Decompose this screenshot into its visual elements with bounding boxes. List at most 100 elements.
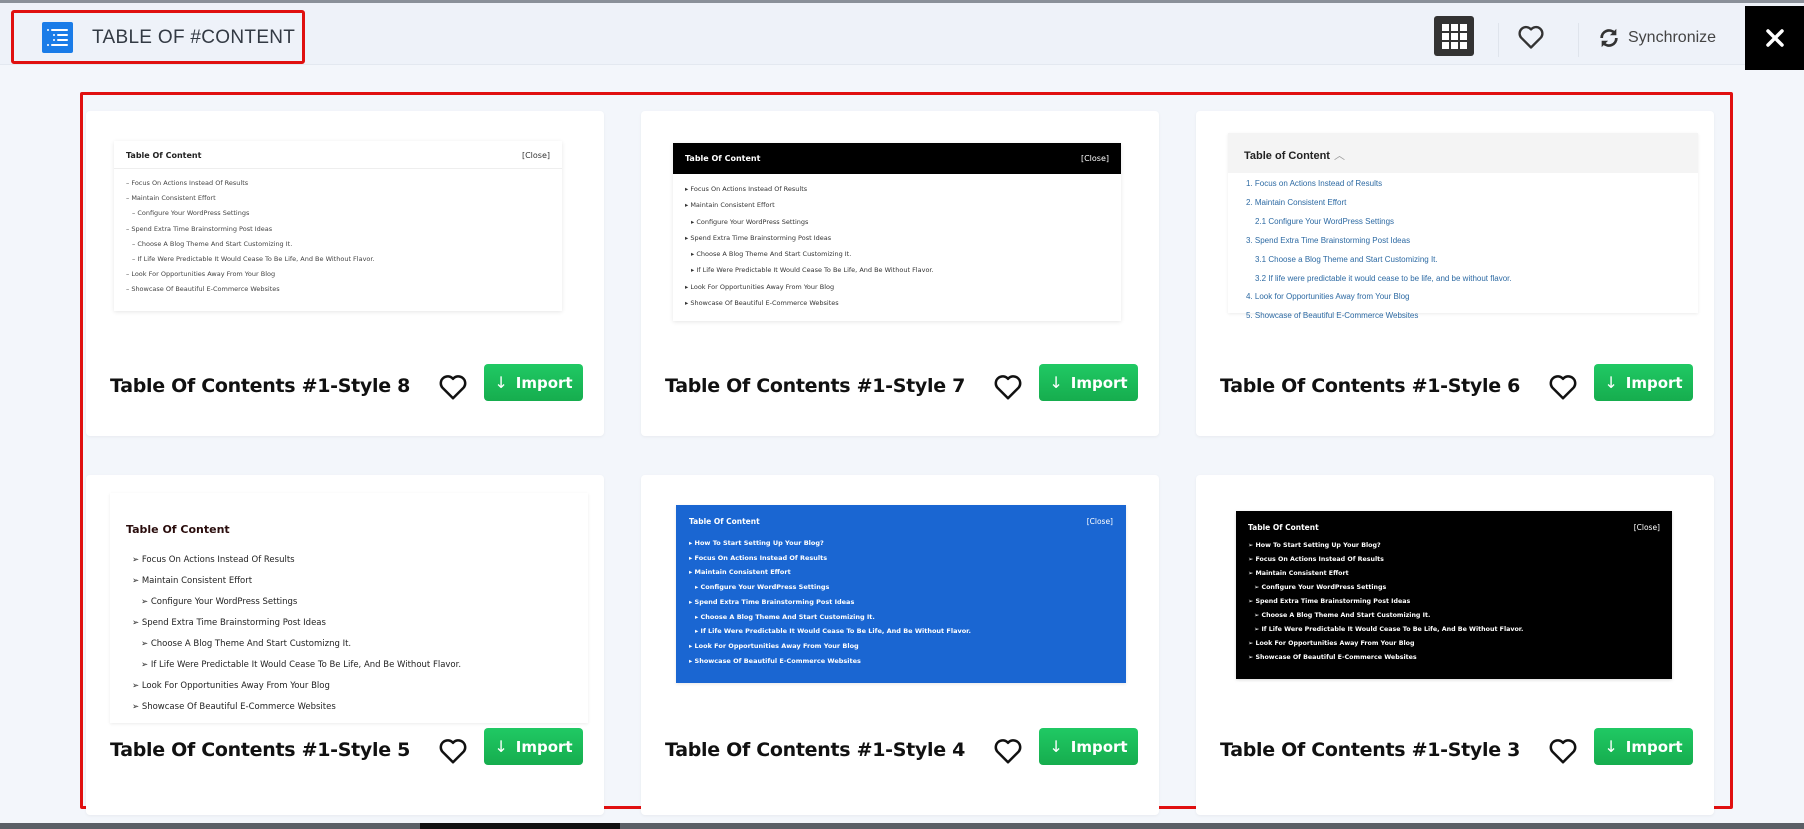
toc-item[interactable]: ▸ Spend Extra Time Brainstorming Post Id… xyxy=(689,595,971,610)
toc-item[interactable]: – Focus On Actions Instead Of Results xyxy=(126,176,562,191)
toc-item[interactable]: 4. Look for Opportunities Away from Your… xyxy=(1246,288,1698,307)
preview-heading: Table Of Content xyxy=(126,523,230,536)
preview-list: ➢ Focus On Actions Instead Of Results ➢ M… xyxy=(132,550,461,718)
preview-heading: Table Of Content xyxy=(1248,523,1319,532)
toc-item[interactable]: – If Life Were Predictable It Would Ceas… xyxy=(126,252,562,267)
template-preview[interactable]: Table Of Content [Close] – Focus On Acti… xyxy=(114,141,562,311)
heart-icon xyxy=(1549,375,1577,400)
toc-item[interactable]: 1. Focus on Actions Instead of Results xyxy=(1246,175,1698,194)
template-card[interactable]: Table Of Content [Close] – Focus On Acti… xyxy=(86,111,604,436)
large-grid-view-button[interactable] xyxy=(1374,20,1402,48)
favorite-button[interactable] xyxy=(1548,737,1578,765)
preview-heading: Table Of Content xyxy=(126,151,202,160)
preview-list: ▸ Focus On Actions Instead Of Results ▸ M… xyxy=(673,174,1121,311)
toc-item[interactable]: ➢ Spend Extra Time Brainstorming Post Id… xyxy=(1248,595,1523,609)
toc-item[interactable]: ➢ Look For Opportunities Away From Your … xyxy=(1248,637,1523,651)
toc-item[interactable]: 2.1 Configure Your WordPress Settings xyxy=(1246,213,1698,232)
toc-item[interactable]: ▸ How To Start Setting Up Your Blog? xyxy=(689,536,971,551)
toc-item[interactable]: ▸ Focus On Actions Instead Of Results xyxy=(689,551,971,566)
toc-item[interactable]: – Maintain Consistent Effort xyxy=(126,191,562,206)
template-preview[interactable]: Table Of Content [Close] ➢ How To Start … xyxy=(1236,511,1672,679)
toc-item[interactable]: ▸ Showcase Of Beautiful E-Commerce Websi… xyxy=(685,295,1121,311)
toc-item[interactable]: ➢ Choose A Blog Theme And Start Customiz… xyxy=(1248,609,1523,623)
favorite-button[interactable] xyxy=(1548,373,1578,401)
toc-item[interactable]: ▸ If Life Were Predictable It Would Ceas… xyxy=(689,624,971,639)
arrow-down-icon: ↓ xyxy=(1604,737,1618,756)
toc-item[interactable]: ➢ Showcase Of Beautiful E-Commerce Websi… xyxy=(1248,651,1523,665)
import-button[interactable]: ↓ Import xyxy=(1039,728,1138,765)
import-button[interactable]: ↓ Import xyxy=(1039,364,1138,401)
toc-item[interactable]: 5. Showcase of Beautiful E-Commerce Webs… xyxy=(1246,307,1698,326)
heart-icon xyxy=(1518,25,1544,49)
toc-item[interactable]: ➢ Focus On Actions Instead Of Results xyxy=(132,550,461,571)
template-card[interactable]: Table of Content ︿ 1. Focus on Actions In… xyxy=(1196,111,1714,436)
arrow-down-icon: ↓ xyxy=(1049,373,1063,392)
template-title: Table Of Contents #1-Style 3 xyxy=(1220,739,1521,761)
import-button[interactable]: ↓ Import xyxy=(484,728,583,765)
small-grid-view-button[interactable] xyxy=(1434,16,1474,56)
heart-icon xyxy=(994,739,1022,764)
toc-item[interactable]: ▸ Look For Opportunities Away From Your … xyxy=(685,279,1121,295)
heart-icon xyxy=(1549,739,1577,764)
brand-highlight: TABLE OF #CONTENT xyxy=(11,10,305,64)
template-card[interactable]: Table Of Content [Close] ▸ How To Start … xyxy=(641,475,1159,815)
toc-item[interactable]: ▸ Configure Your WordPress Settings xyxy=(689,580,971,595)
toc-item[interactable]: – Showcase Of Beautiful E-Commerce Websi… xyxy=(126,282,562,297)
template-preview[interactable]: Table Of Content ➢ Focus On Actions Inst… xyxy=(110,493,588,723)
synchronize-button[interactable]: Synchronize xyxy=(1598,23,1716,53)
toc-item[interactable]: – Configure Your WordPress Settings xyxy=(126,206,562,221)
template-preview[interactable]: Table Of Content [Close] ▸ Focus On Acti… xyxy=(673,143,1121,321)
toc-item[interactable]: ▸ Focus On Actions Instead Of Results xyxy=(685,181,1121,197)
toc-item[interactable]: ➢ Look For Opportunities Away From Your … xyxy=(132,676,461,697)
close-icon xyxy=(1765,29,1784,47)
favorites-button[interactable] xyxy=(1516,23,1546,51)
template-card[interactable]: Table Of Content ➢ Focus On Actions Inst… xyxy=(86,475,604,815)
toc-item[interactable]: 3.2 If life were predictable it would ce… xyxy=(1246,270,1698,289)
template-preview[interactable]: Table Of Content [Close] ▸ How To Start … xyxy=(676,505,1126,683)
toc-item[interactable]: ▸ Spend Extra Time Brainstorming Post Id… xyxy=(685,230,1121,246)
template-card[interactable]: Table Of Content [Close] ➢ How To Start … xyxy=(1196,475,1714,815)
toc-item[interactable]: – Look For Opportunities Away From Your … xyxy=(126,267,562,282)
template-preview[interactable]: Table of Content ︿ 1. Focus on Actions In… xyxy=(1228,133,1698,320)
synchronize-label: Synchronize xyxy=(1628,29,1717,46)
import-button[interactable]: ↓ Import xyxy=(1594,728,1693,765)
favorite-button[interactable] xyxy=(993,373,1023,401)
favorite-button[interactable] xyxy=(993,737,1023,765)
preview-close-link: [Close] xyxy=(1080,154,1109,163)
toc-item[interactable]: ➢ Spend Extra Time Brainstorming Post Id… xyxy=(132,613,461,634)
toc-item[interactable]: ▸ Configure Your WordPress Settings xyxy=(685,214,1121,230)
template-card[interactable]: Table Of Content [Close] ▸ Focus On Acti… xyxy=(641,111,1159,436)
import-button[interactable]: ↓ Import xyxy=(1594,364,1693,401)
toc-item[interactable]: ➢ Choose A Blog Theme And Start Customiz… xyxy=(132,634,461,655)
toc-item[interactable]: ➢ If Life Were Predictable It Would Ceas… xyxy=(1248,623,1523,637)
preview-close-link: [Close] xyxy=(1633,523,1660,532)
import-button[interactable]: ↓ Import xyxy=(484,364,583,401)
toc-item[interactable]: 3.1 Choose a Blog Theme and Start Custom… xyxy=(1246,251,1698,270)
toc-item[interactable]: ➢ If Life Were Predictable It Would Ceas… xyxy=(132,655,461,676)
toc-item[interactable]: ➢ Maintain Consistent Effort xyxy=(132,571,461,592)
toc-item[interactable]: – Choose A Blog Theme And Start Customiz… xyxy=(126,237,562,252)
toc-item[interactable]: – Spend Extra Time Brainstorming Post Id… xyxy=(126,222,562,237)
toc-item[interactable]: ➢ How To Start Setting Up Your Blog? xyxy=(1248,539,1523,553)
toc-item[interactable]: ▸ Choose A Blog Theme And Start Customiz… xyxy=(689,610,971,625)
toc-item[interactable]: ▸ Maintain Consistent Effort xyxy=(689,565,971,580)
toc-item[interactable]: ▸ Maintain Consistent Effort xyxy=(685,197,1121,213)
grid-3x3-icon xyxy=(1441,23,1467,49)
toc-item[interactable]: ➢ Maintain Consistent Effort xyxy=(1248,567,1523,581)
toc-item[interactable]: 2. Maintain Consistent Effort xyxy=(1246,194,1698,213)
arrow-down-icon: ↓ xyxy=(494,737,508,756)
favorite-button[interactable] xyxy=(438,373,468,401)
close-button[interactable] xyxy=(1745,6,1804,70)
header-bar: TABLE OF #CONTENT Synchronize xyxy=(0,3,1804,70)
toc-item[interactable]: ▸ Choose A Blog Theme And Start Customiz… xyxy=(685,246,1121,262)
toc-item[interactable]: ➢ Configure Your WordPress Settings xyxy=(1248,581,1523,595)
toc-item[interactable]: ▸ If Life Were Predictable It Would Ceas… xyxy=(685,262,1121,278)
preview-close-link: [Close] xyxy=(1086,517,1113,526)
toc-item[interactable]: ▸ Showcase Of Beautiful E-Commerce Websi… xyxy=(689,654,971,669)
toc-item[interactable]: 3. Spend Extra Time Brainstorming Post I… xyxy=(1246,232,1698,251)
toc-item[interactable]: ▸ Look For Opportunities Away From Your … xyxy=(689,639,971,654)
chevron-up-icon[interactable]: ︿ xyxy=(1334,150,1345,162)
toc-item[interactable]: ➢ Focus On Actions Instead Of Results xyxy=(1248,553,1523,567)
toc-item[interactable]: ➢ Configure Your WordPress Settings xyxy=(132,592,461,613)
favorite-button[interactable] xyxy=(438,737,468,765)
